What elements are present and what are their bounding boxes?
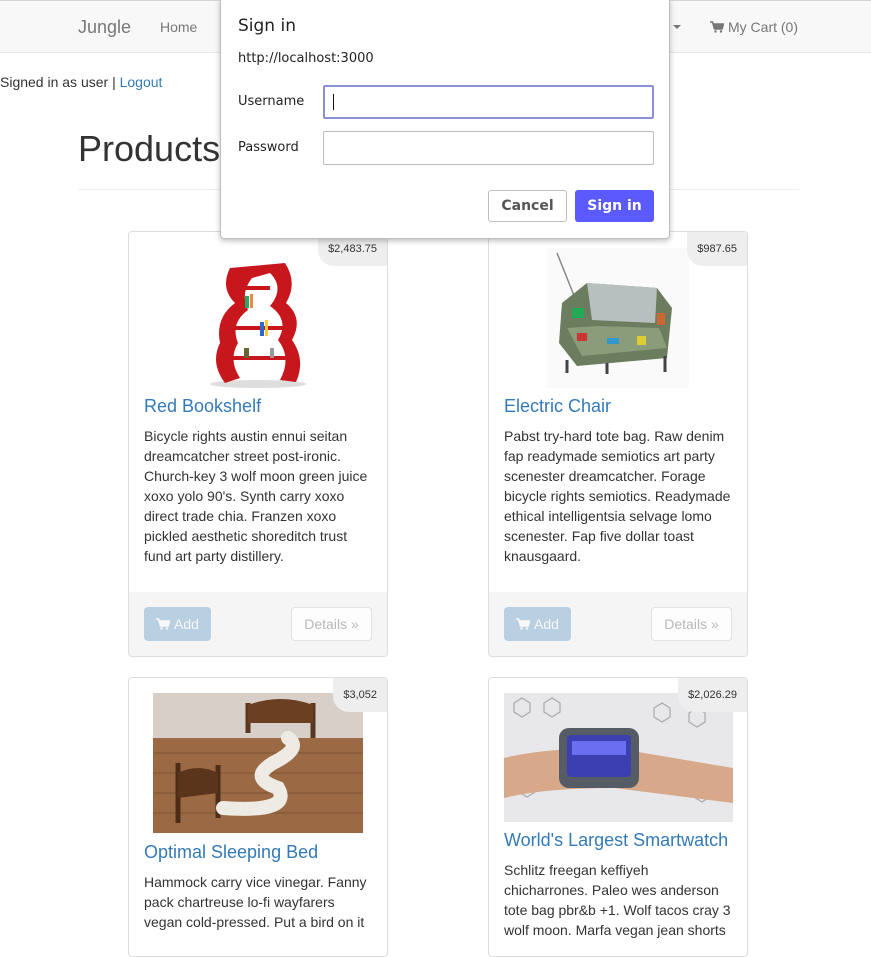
caret-down-icon[interactable] [673, 25, 681, 29]
product-card: $2,483.75 Red Bookshelf Bicycle rights a… [128, 231, 388, 657]
price-badge: $3,052 [333, 678, 387, 712]
signed-in-text: Signed in as user | [0, 74, 116, 90]
add-button-label: Add [174, 616, 199, 632]
price-badge: $2,026.29 [678, 678, 747, 712]
text-cursor [333, 94, 334, 110]
shopping-cart-icon [156, 618, 171, 630]
sign-in-button[interactable]: Sign in [575, 190, 654, 222]
dialog-title: Sign in [238, 16, 296, 36]
dialog-url: http://localhost:3000 [238, 51, 374, 66]
session-status: Signed in as user | Logout [0, 74, 162, 90]
product-name-link[interactable]: World's Largest Smartwatch [504, 830, 728, 851]
product-description: Pabst try-hard tote bag. Raw denim fap r… [504, 428, 731, 564]
add-to-cart-button[interactable]: Add [144, 607, 211, 641]
password-label: Password [238, 140, 299, 155]
product-description: Schlitz freegan keffiyeh chicharrones. P… [504, 862, 731, 938]
add-to-cart-button[interactable]: Add [504, 607, 571, 641]
product-image[interactable] [504, 693, 733, 822]
product-description: Bicycle rights austin ennui seitan dream… [144, 428, 368, 564]
product-description: Hammock carry vice vinegar. Fanny pack c… [144, 874, 367, 930]
product-image[interactable] [547, 248, 689, 388]
username-field[interactable] [323, 85, 654, 119]
username-label: Username [238, 94, 305, 109]
product-image[interactable] [200, 248, 316, 388]
card-footer: Add Details » [129, 592, 387, 656]
details-button[interactable]: Details » [651, 607, 732, 641]
card-footer: Add Details » [489, 592, 747, 656]
price-badge: $987.65 [687, 232, 747, 266]
product-name-link[interactable]: Electric Chair [504, 396, 611, 417]
logout-link[interactable]: Logout [120, 74, 163, 90]
product-name-link[interactable]: Red Bookshelf [144, 396, 261, 417]
shopping-cart-icon [516, 618, 531, 630]
password-field[interactable] [323, 131, 654, 165]
shopping-cart-icon [710, 21, 724, 33]
my-cart-link[interactable]: My Cart (0) [710, 19, 798, 35]
add-button-label: Add [534, 616, 559, 632]
details-button[interactable]: Details » [291, 607, 372, 641]
sign-in-dialog: Sign in http://localhost:3000 Username P… [220, 0, 670, 239]
brand-link[interactable]: Jungle [78, 17, 131, 38]
product-card: $987.65 Electric Chair Pabst try-hard to… [488, 231, 748, 657]
product-card: $3,052 Optimal Sleeping Bed Hammock carr… [128, 677, 388, 957]
my-cart-label: My Cart (0) [728, 19, 798, 35]
product-card: $2,026.29 World's Largest Smartwatch Sch… [488, 677, 748, 957]
product-name-link[interactable]: Optimal Sleeping Bed [144, 842, 318, 863]
product-image[interactable] [153, 693, 363, 833]
nav-home-link[interactable]: Home [160, 19, 197, 35]
cancel-button[interactable]: Cancel [488, 190, 567, 222]
page-title: Products [78, 128, 221, 169]
